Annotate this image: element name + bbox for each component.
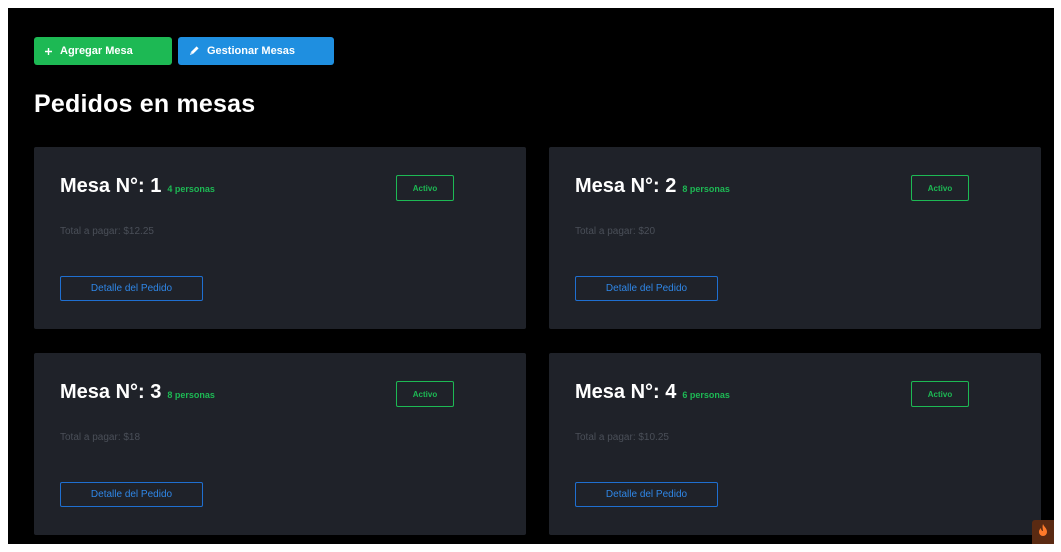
flame-icon — [1037, 523, 1049, 542]
table-name: Mesa N°: 1 — [60, 175, 162, 197]
table-card: Mesa N°: 3 8 personas Activo Total a pag… — [34, 353, 526, 535]
table-heading: Mesa N°: 4 6 personas — [575, 381, 730, 404]
table-people-count: 8 personas — [682, 184, 730, 194]
order-detail-button[interactable]: Detalle del Pedido — [60, 276, 203, 301]
table-people-count: 4 personas — [167, 184, 215, 194]
manage-tables-label: Gestionar Mesas — [207, 45, 296, 57]
pencil-icon — [188, 45, 200, 57]
add-table-label: Agregar Mesa — [60, 45, 133, 57]
order-detail-button[interactable]: Detalle del Pedido — [575, 482, 718, 507]
table-heading: Mesa N°: 3 8 personas — [60, 381, 215, 404]
table-heading: Mesa N°: 1 4 personas — [60, 175, 215, 198]
status-badge: Activo — [396, 175, 454, 201]
table-name: Mesa N°: 4 — [575, 381, 677, 403]
order-detail-button[interactable]: Detalle del Pedido — [60, 482, 203, 507]
table-total: Total a pagar: $20 — [575, 226, 656, 237]
table-name: Mesa N°: 3 — [60, 381, 162, 403]
table-heading: Mesa N°: 2 8 personas — [575, 175, 730, 198]
table-card: Mesa N°: 1 4 personas Activo Total a pag… — [34, 147, 526, 329]
table-total: Total a pagar: $12.25 — [60, 226, 154, 237]
page-title: Pedidos en mesas — [34, 90, 256, 118]
status-badge: Activo — [396, 381, 454, 407]
manage-tables-button[interactable]: Gestionar Mesas — [178, 37, 334, 65]
corner-action-button[interactable] — [1032, 520, 1054, 544]
plus-icon — [44, 47, 53, 56]
table-name: Mesa N°: 2 — [575, 175, 677, 197]
table-total: Total a pagar: $10.25 — [575, 432, 669, 443]
order-detail-button[interactable]: Detalle del Pedido — [575, 276, 718, 301]
add-table-button[interactable]: Agregar Mesa — [34, 37, 172, 65]
table-card: Mesa N°: 2 8 personas Activo Total a pag… — [549, 147, 1041, 329]
app-viewport: Agregar Mesa Gestionar Mesas Pedidos en … — [8, 8, 1054, 544]
table-people-count: 8 personas — [167, 390, 215, 400]
toolbar: Agregar Mesa Gestionar Mesas — [34, 37, 334, 65]
status-badge: Activo — [911, 381, 969, 407]
table-total: Total a pagar: $18 — [60, 432, 141, 443]
status-badge: Activo — [911, 175, 969, 201]
table-people-count: 6 personas — [682, 390, 730, 400]
table-card: Mesa N°: 4 6 personas Activo Total a pag… — [549, 353, 1041, 535]
